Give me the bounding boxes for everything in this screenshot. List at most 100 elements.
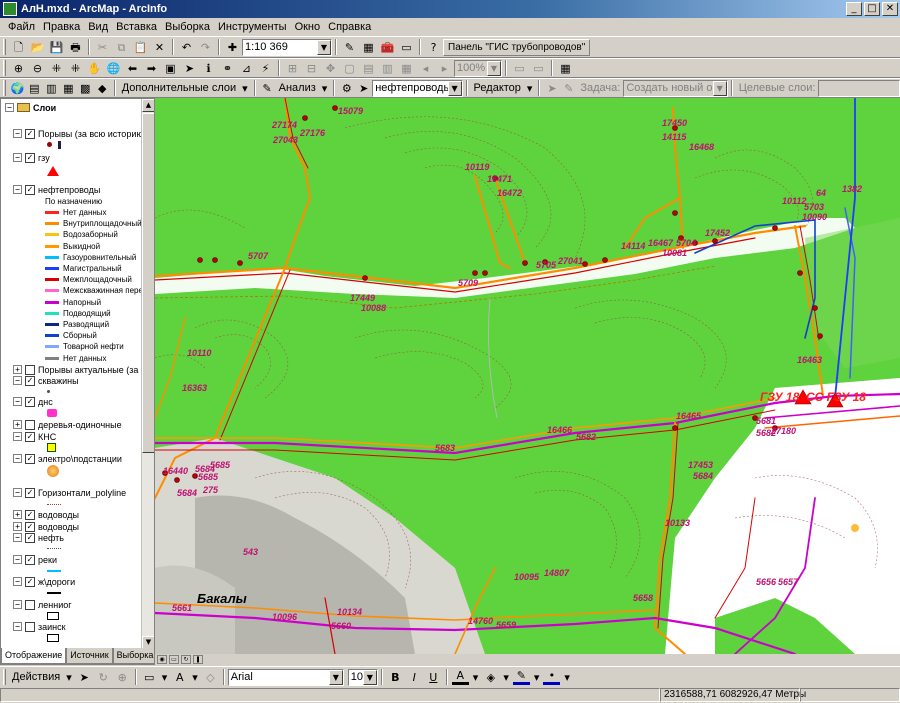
print-icon[interactable]: 🖶: [67, 39, 84, 55]
task-combo[interactable]: Создать новый объект ▼: [623, 79, 728, 97]
fill-color-icon[interactable]: ◈: [482, 669, 499, 685]
layer-name[interactable]: Порывы актуальные (за: [38, 365, 138, 375]
bold-button[interactable]: B: [387, 669, 404, 685]
globe-icon[interactable]: 🌍: [10, 80, 25, 96]
collapse-icon[interactable]: −: [13, 185, 22, 194]
menu-selection[interactable]: Выборка: [161, 21, 214, 33]
fixed-zoom-in-page-icon[interactable]: ▥: [379, 60, 396, 76]
pencil-sketch-icon[interactable]: ✎: [260, 80, 275, 96]
layer-name[interactable]: КНС: [38, 432, 56, 442]
scroll-up-icon[interactable]: ▲: [142, 99, 154, 112]
fixed-zoom-out-page-icon[interactable]: ▦: [398, 60, 415, 76]
chevron-down-icon[interactable]: ▾: [561, 671, 573, 684]
layer-visibility-checkbox[interactable]: [25, 599, 35, 610]
back-extent-icon[interactable]: ⬅: [124, 60, 141, 76]
layer-name[interactable]: заинск: [38, 622, 66, 632]
actions-menu[interactable]: Действия: [9, 671, 63, 683]
collapse-icon[interactable]: −: [13, 600, 22, 609]
toc-layer-row[interactable]: − ✓ гзу: [13, 152, 50, 163]
table-icon[interactable]: ▤: [27, 80, 42, 96]
layer-name[interactable]: ленниог: [38, 600, 72, 610]
active-layer-combo[interactable]: нефтепроводы ▼: [372, 79, 463, 97]
expand-icon[interactable]: +: [13, 522, 22, 531]
arccatalog-icon[interactable]: ▦: [360, 39, 377, 55]
font-size-combo[interactable]: 10 ▼: [347, 668, 378, 686]
italic-button[interactable]: I: [406, 669, 423, 685]
chevron-down-icon[interactable]: ▼: [487, 60, 501, 76]
layer-name[interactable]: Горизонтали_polyline: [38, 488, 126, 498]
layer-visibility-checkbox[interactable]: ✓: [25, 431, 35, 442]
tab-source[interactable]: Источник: [66, 648, 113, 664]
zoom-out-icon[interactable]: ⊖: [29, 60, 46, 76]
toolbar-grip[interactable]: [3, 39, 6, 55]
focus-data-frame-icon[interactable]: ▭: [530, 60, 547, 76]
menu-window[interactable]: Окно: [291, 21, 325, 33]
collapse-icon[interactable]: −: [5, 103, 14, 112]
layer-visibility-checkbox[interactable]: ✓: [25, 128, 35, 139]
layer-name[interactable]: электро\подстанции: [38, 454, 122, 464]
chevron-down-icon[interactable]: ▼: [362, 669, 377, 685]
font-color-icon[interactable]: A: [451, 669, 469, 685]
layer-name[interactable]: нефтепроводы: [38, 185, 100, 195]
gis-pipeline-panel-button[interactable]: Панель "ГИС трубопроводов": [443, 38, 591, 56]
select-features-icon[interactable]: ▣: [162, 60, 179, 76]
chevron-down-icon[interactable]: ▾: [239, 82, 251, 95]
select-arrow-icon[interactable]: ➤: [356, 80, 371, 96]
redo-icon[interactable]: ↷: [197, 39, 214, 55]
toc-layer-row[interactable]: + ✓ водоводы: [13, 521, 79, 532]
collapse-icon[interactable]: −: [13, 153, 22, 162]
editor-toolbar-icon[interactable]: ✎: [341, 39, 358, 55]
collapse-icon[interactable]: −: [13, 397, 22, 406]
layers-root[interactable]: − Слои: [5, 102, 56, 113]
forward-extent-icon[interactable]: ➡: [143, 60, 160, 76]
select-elements-pointer-icon[interactable]: ➤: [181, 60, 198, 76]
analysis-menu[interactable]: Анализ: [276, 82, 319, 94]
full-extent-globe-icon[interactable]: 🌐: [105, 60, 122, 76]
pan-hand-icon[interactable]: ✋: [86, 60, 103, 76]
close-button[interactable]: ✕: [882, 2, 898, 16]
image-icon[interactable]: ▩: [78, 80, 93, 96]
expand-icon[interactable]: +: [13, 365, 22, 374]
layer-name[interactable]: днс: [38, 397, 53, 407]
zoom-in-icon[interactable]: ⊕: [10, 60, 27, 76]
add-data-icon[interactable]: ✚: [224, 39, 241, 55]
layer-visibility-checkbox[interactable]: ✓: [25, 453, 35, 464]
toolbar-grip[interactable]: [3, 80, 6, 96]
layer-visibility-checkbox[interactable]: ✓: [25, 375, 35, 386]
layout-zoom-out-icon[interactable]: ⊟: [303, 60, 320, 76]
layer-visibility-checkbox[interactable]: [25, 621, 35, 632]
map-scale-combo[interactable]: 1:10 369 ▼: [242, 38, 332, 56]
toc-layer-row[interactable]: + ✓ водоводы: [13, 509, 79, 520]
toc-layer-row[interactable]: + Порывы актуальные (за: [13, 364, 138, 375]
zoom-100-icon[interactable]: ▤: [360, 60, 377, 76]
layer-visibility-checkbox[interactable]: ✓: [25, 184, 35, 195]
menu-view[interactable]: Вид: [84, 21, 112, 33]
marker-color-icon[interactable]: •: [543, 669, 561, 685]
scroll-thumb[interactable]: [142, 113, 154, 453]
previous-extent-page-icon[interactable]: ◂: [417, 60, 434, 76]
report-icon[interactable]: ▥: [44, 80, 59, 96]
collapse-icon[interactable]: −: [13, 622, 22, 631]
toc-layer-row[interactable]: − ленниог: [13, 599, 72, 610]
change-layout-icon[interactable]: ▦: [557, 60, 574, 76]
menu-help[interactable]: Справка: [324, 21, 375, 33]
menu-file[interactable]: Файл: [4, 21, 39, 33]
layer-name[interactable]: Порывы (за всю историю): [38, 129, 143, 139]
command-line-icon[interactable]: ▭: [398, 39, 415, 55]
select-pointer-icon[interactable]: ➤: [76, 669, 93, 685]
layer-visibility-checkbox[interactable]: ✓: [25, 521, 35, 532]
toolbar-grip[interactable]: [3, 669, 6, 685]
toggle-draft-mode-icon[interactable]: ▭: [511, 60, 528, 76]
chevron-down-icon[interactable]: ▾: [531, 671, 543, 684]
layer-name[interactable]: гзу: [38, 153, 50, 163]
layer-name[interactable]: реки: [38, 555, 57, 565]
menu-edit[interactable]: Правка: [39, 21, 84, 33]
font-name-combo[interactable]: Arial ▼: [227, 668, 344, 686]
menu-insert[interactable]: Вставка: [112, 21, 161, 33]
identify-icon[interactable]: ℹ: [200, 60, 217, 76]
chevron-down-icon[interactable]: ▼: [317, 39, 331, 55]
chevron-down-icon[interactable]: ▾: [63, 671, 75, 684]
target-layer-combo[interactable]: [818, 79, 900, 97]
layer-visibility-checkbox[interactable]: [25, 419, 35, 430]
tab-display[interactable]: Отображение: [1, 648, 67, 664]
